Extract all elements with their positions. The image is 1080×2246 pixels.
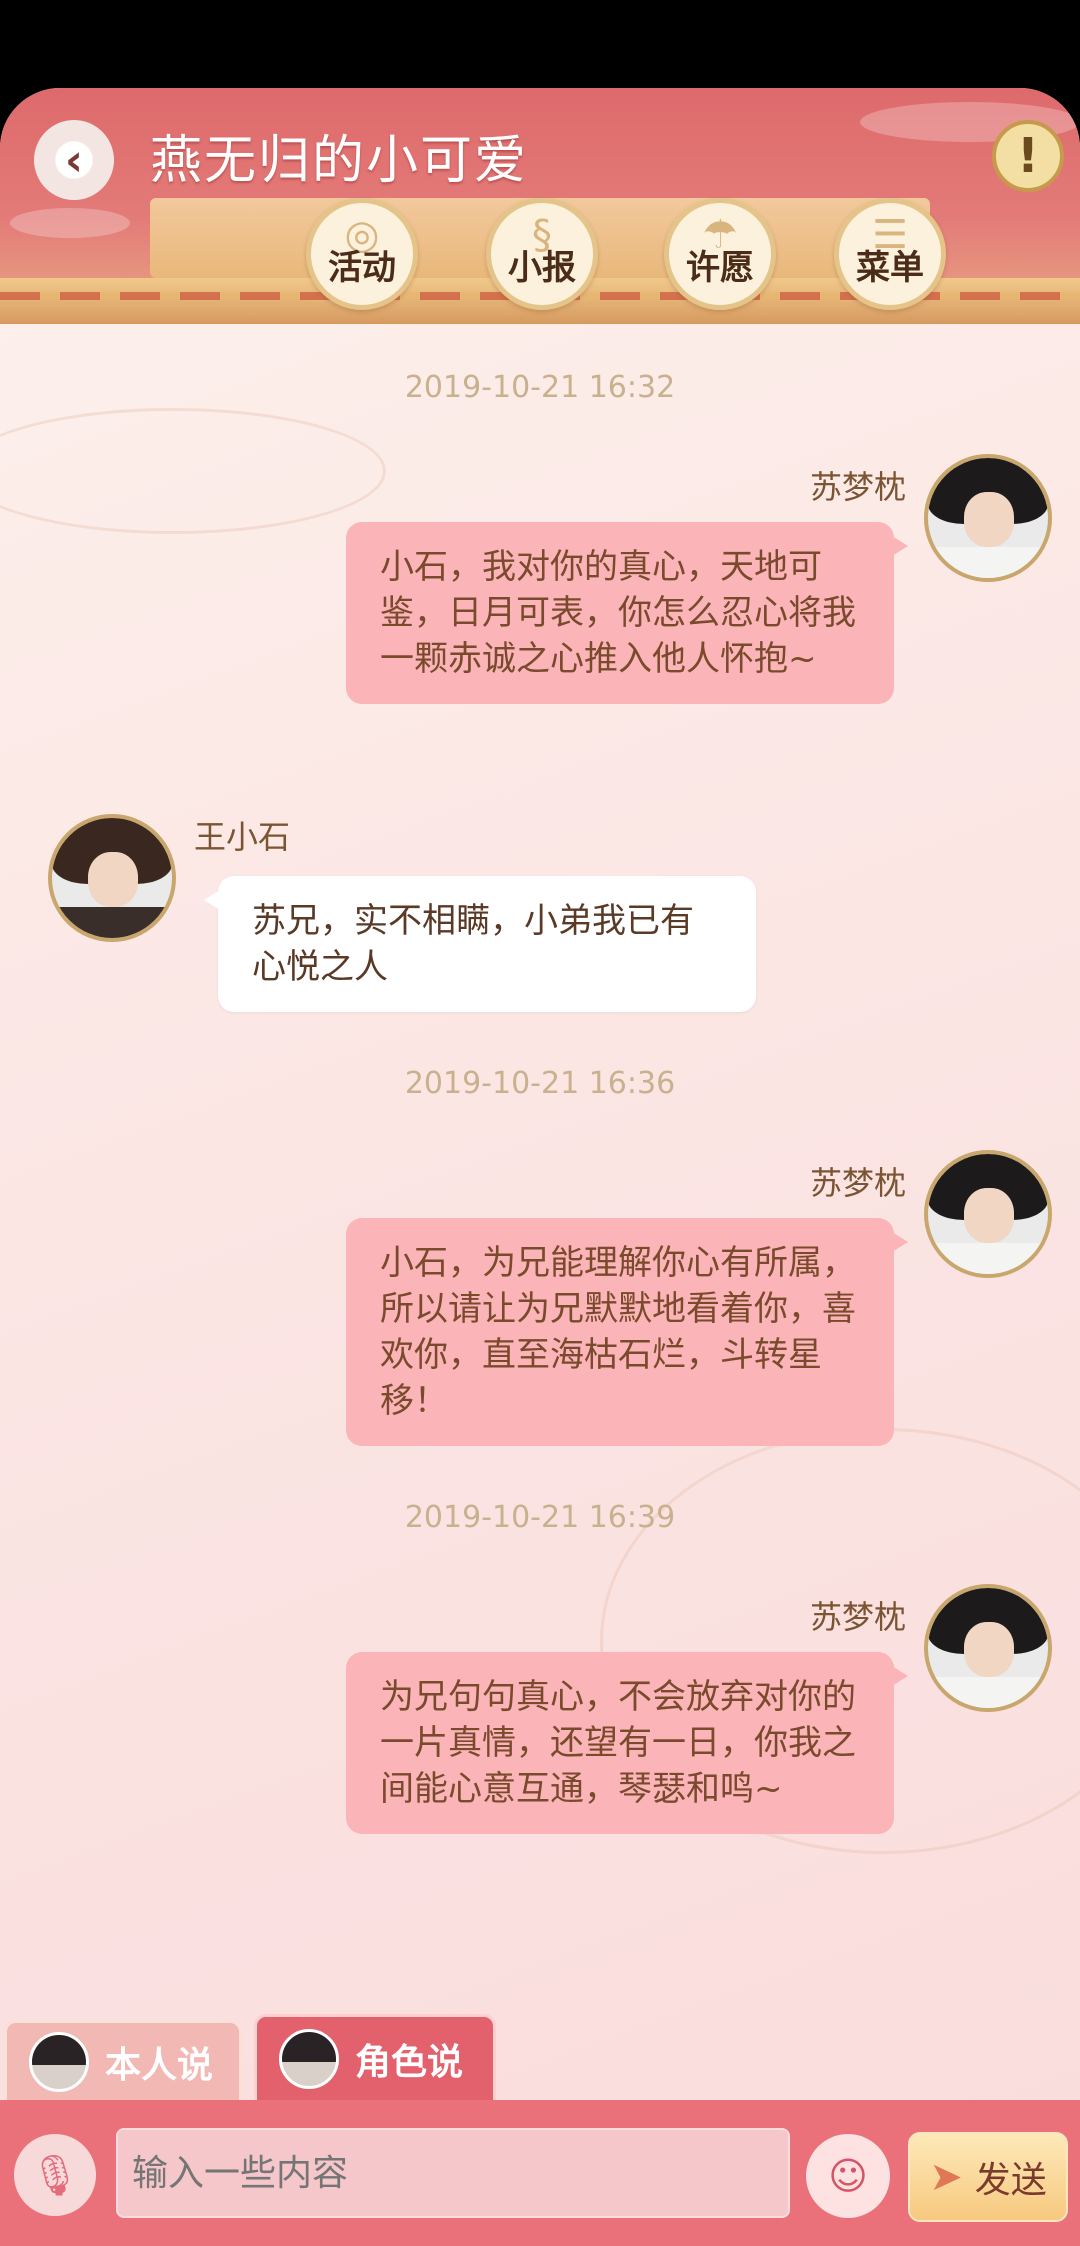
background-swirl-decoration <box>0 408 386 534</box>
tab-self-speak[interactable]: 本人说 <box>4 2020 242 2104</box>
tab-label: 角色说 <box>355 2042 464 2083</box>
paper-plane-icon: ➤ <box>929 2154 963 2200</box>
send-button[interactable]: ➤ 发送 <box>908 2132 1068 2222</box>
timestamp: 2019-10-21 16:36 <box>404 1066 676 1101</box>
send-label: 发送 <box>974 2160 1047 2201</box>
nav-button-wish[interactable]: ☂ 许愿 <box>664 198 776 310</box>
nav-label: 小报 <box>508 248 576 288</box>
sender-name: 王小石 <box>194 818 291 856</box>
message-bubble[interactable]: 为兄句句真心，不会放弃对你的一片真情，还望有一日，你我之间能心意互通，琴瑟和鸣~ <box>346 1652 908 1834</box>
nav-button-activity[interactable]: ◎ 活动 <box>306 198 418 310</box>
alert-button[interactable]: ! <box>992 120 1064 192</box>
voice-button[interactable]: 🎙 <box>14 2134 96 2216</box>
avatar-mini <box>279 2029 339 2089</box>
nav-button-newspaper[interactable]: § 小报 <box>486 198 598 310</box>
timestamp: 2019-10-21 16:32 <box>404 370 676 405</box>
message-bubble[interactable]: 小石，为兄能理解你心有所属，所以请让为兄默默地看着你，喜欢你，直至海枯石烂，斗转… <box>346 1218 908 1446</box>
avatar-su-mengzhen[interactable] <box>924 1584 1052 1712</box>
chevron-left-icon: ‹ <box>64 134 84 186</box>
nav-button-menu[interactable]: ☰ 菜单 <box>834 198 946 310</box>
chat-screen: ‹ 燕无归的小可爱 ! ◎ 活动 § 小报 ☂ 许愿 ☰ 菜单 2019-10-… <box>0 88 1080 2246</box>
nav-label: 许愿 <box>686 248 754 288</box>
sender-name: 苏梦枕 <box>809 1598 906 1636</box>
back-button[interactable]: ‹ <box>34 120 114 200</box>
tab-role-speak[interactable]: 角色说 <box>254 2014 496 2104</box>
avatar-mini <box>29 2032 89 2092</box>
avatar-su-mengzhen[interactable] <box>924 1150 1052 1278</box>
message-bubble[interactable]: 苏兄，实不相瞒，小弟我已有心悦之人 <box>204 876 756 1012</box>
cloud-decoration <box>10 208 130 238</box>
exclamation-icon: ! <box>1017 128 1039 184</box>
avatar-wang-xiaoshi[interactable] <box>48 814 176 942</box>
emoji-face-icon: ☺ <box>828 2154 868 2198</box>
timestamp: 2019-10-21 16:39 <box>404 1500 676 1535</box>
emoji-button[interactable]: ☺ <box>806 2134 890 2218</box>
nav-label: 菜单 <box>856 248 924 288</box>
message-bubble[interactable]: 小石，我对你的真心，天地可鉴，日月可表，你怎么忍心将我一颗赤诚之心推入他人怀抱~ <box>346 522 908 704</box>
message-input[interactable] <box>116 2128 790 2218</box>
avatar-su-mengzhen[interactable] <box>924 454 1052 582</box>
sender-name: 苏梦枕 <box>809 1164 906 1202</box>
page-title: 燕无归的小可爱 <box>150 131 529 191</box>
sender-name: 苏梦枕 <box>809 468 906 506</box>
header-bar: ‹ 燕无归的小可爱 ! ◎ 活动 § 小报 ☂ 许愿 ☰ 菜单 <box>0 88 1080 324</box>
microphone-icon: 🎙 <box>29 2152 81 2199</box>
nav-label: 活动 <box>328 248 396 288</box>
tab-label: 本人说 <box>105 2045 214 2086</box>
